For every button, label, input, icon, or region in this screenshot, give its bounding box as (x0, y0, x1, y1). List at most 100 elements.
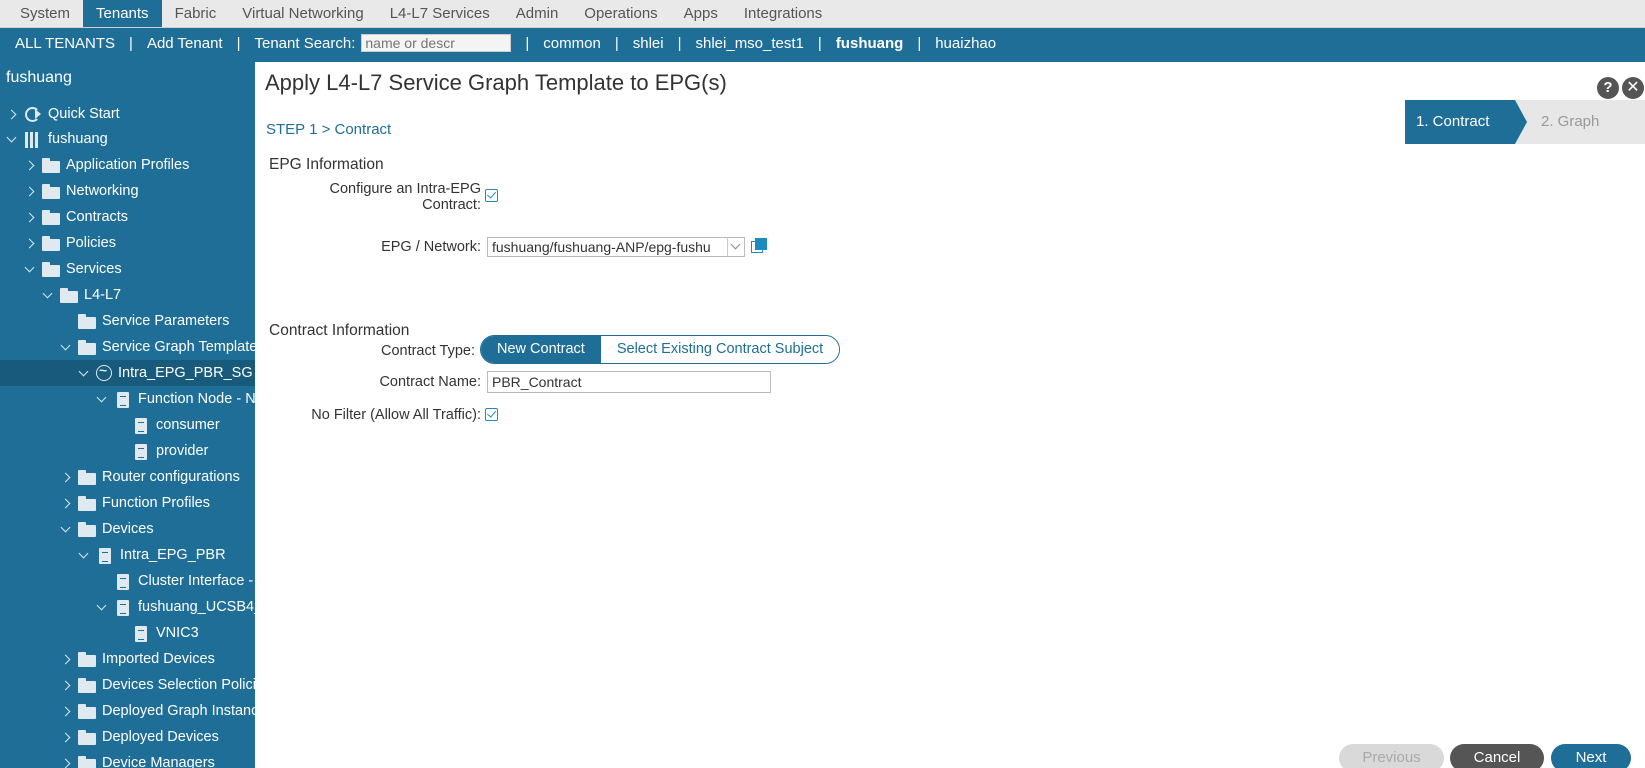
chevron-down-icon[interactable] (96, 393, 108, 405)
menu-l4-l7-services[interactable]: L4-L7 Services (377, 0, 503, 27)
chevron-right-icon[interactable] (60, 679, 72, 691)
menu-virtual-networking[interactable]: Virtual Networking (229, 0, 376, 27)
tree-item-services[interactable]: Services (0, 256, 255, 282)
close-icon[interactable]: ✕ (1622, 77, 1644, 99)
menu-operations[interactable]: Operations (571, 0, 670, 27)
folder-icon (78, 703, 96, 719)
tree-item-provider[interactable]: provider (0, 438, 255, 464)
epg-network-select[interactable]: fushuang/fushuang-ANP/epg-fushu (487, 237, 745, 257)
chevron-right-icon[interactable] (60, 471, 72, 483)
tree-item-cluster-interface[interactable]: Cluster Interface - (0, 568, 255, 594)
tenant-link-shlei[interactable]: shlei (633, 35, 664, 52)
chevron-down-icon[interactable] (42, 289, 54, 301)
chevron-right-icon[interactable] (60, 653, 72, 665)
menu-system[interactable]: System (7, 0, 83, 27)
tenant-link-shlei-mso-test1[interactable]: shlei_mso_test1 (696, 35, 804, 52)
chevron-down-icon[interactable] (96, 601, 108, 613)
add-tenant-link[interactable]: Add Tenant (147, 35, 223, 52)
chevron-down-icon[interactable] (24, 263, 36, 275)
tenant-link-huaizhao[interactable]: huaizhao (935, 35, 996, 52)
tree-item-fushuang-ucsb4[interactable]: fushuang_UCSB4_ (0, 594, 255, 620)
chevron-right-icon[interactable] (6, 108, 18, 120)
dialog-title: Apply L4-L7 Service Graph Template to EP… (265, 70, 727, 95)
chevron-right-icon[interactable] (60, 705, 72, 717)
select-existing-contract-option[interactable]: Select Existing Contract Subject (600, 336, 840, 363)
service-graph-icon (96, 362, 112, 381)
tree-item-label: Intra_EPG_PBR_SG (118, 365, 253, 381)
menu-admin[interactable]: Admin (503, 0, 572, 27)
no-filter-checkbox[interactable] (485, 408, 498, 421)
document-icon (99, 547, 111, 564)
tree-item-label: Quick Start (48, 106, 120, 122)
tree-item-l4-l7[interactable]: L4-L7 (0, 282, 255, 308)
tree-item-policies[interactable]: Policies (0, 230, 255, 256)
menu-apps[interactable]: Apps (671, 0, 731, 27)
chevron-right-icon[interactable] (24, 159, 36, 171)
cancel-button[interactable]: Cancel (1450, 744, 1544, 768)
tenant-link-common[interactable]: common (543, 35, 601, 52)
tenant-link-fushuang[interactable]: fushuang (836, 35, 904, 52)
chevron-right-icon[interactable] (60, 757, 72, 768)
tree-item-service-parameters[interactable]: Service Parameters (0, 308, 255, 334)
help-icon[interactable]: ? (1597, 77, 1619, 99)
chevron-right-icon[interactable] (24, 185, 36, 197)
tree-item-router-configurations[interactable]: Router configurations (0, 464, 255, 490)
tree-item-device-managers[interactable]: Device Managers (0, 750, 255, 768)
menu-integrations[interactable]: Integrations (731, 0, 835, 27)
tree-item-intra-epg-pbr-sg[interactable]: Intra_EPG_PBR_SG (0, 360, 255, 386)
tree-item-consumer[interactable]: consumer (0, 412, 255, 438)
folder-icon (42, 235, 60, 251)
tree-item-label: provider (156, 443, 209, 459)
separator: | (817, 34, 822, 52)
tenant-search-input[interactable] (361, 34, 512, 52)
folder-icon (78, 339, 96, 355)
intra-epg-contract-checkbox[interactable] (485, 189, 498, 202)
tree-item-function-profiles[interactable]: Function Profiles (0, 490, 255, 516)
tree-item-application-profiles[interactable]: Application Profiles (0, 152, 255, 178)
tree-item-label: consumer (156, 417, 220, 433)
menu-tenants[interactable]: Tenants (83, 0, 162, 27)
previous-button[interactable]: Previous (1339, 744, 1444, 768)
contract-name-input[interactable] (487, 371, 771, 393)
tree-item-devices[interactable]: Devices (0, 516, 255, 542)
chevron-down-icon[interactable] (78, 367, 90, 379)
tree-item-label: Contracts (66, 209, 129, 225)
open-external-icon[interactable] (751, 238, 767, 253)
chevron-down-icon[interactable] (60, 523, 72, 535)
separator: | (525, 34, 530, 52)
tree-item-networking[interactable]: Networking (0, 178, 255, 204)
next-button[interactable]: Next (1551, 744, 1631, 768)
tree-item-devices-selection-policies[interactable]: Devices Selection Policie (0, 672, 255, 698)
tree-item-service-graph-templates[interactable]: Service Graph Templates (0, 334, 255, 360)
tree-item-quick-start[interactable]: Quick Start (0, 101, 255, 127)
wizard-step-contract[interactable]: 1. Contract (1405, 100, 1527, 144)
tree-item-deployed-graph-instances[interactable]: Deployed Graph Instance (0, 698, 255, 724)
new-contract-option[interactable]: New Contract (481, 336, 601, 363)
contract-name-label: Contract Name: (379, 374, 481, 390)
tree-item-contracts[interactable]: Contracts (0, 204, 255, 230)
tree-item-label: Devices Selection Policie (102, 677, 255, 693)
tree-item-deployed-devices[interactable]: Deployed Devices (0, 724, 255, 750)
chevron-down-icon[interactable] (6, 133, 18, 145)
separator: | (917, 34, 922, 52)
chevron-right-icon[interactable] (24, 237, 36, 249)
tree-item-function-node[interactable]: Function Node - N (0, 386, 255, 412)
tree-item-vnic3[interactable]: VNIC3 (0, 620, 255, 646)
chevron-down-icon[interactable] (78, 549, 90, 561)
wizard-step-graph[interactable]: 2. Graph (1515, 100, 1645, 144)
folder-icon (78, 521, 96, 537)
chevron-down-icon[interactable] (60, 341, 72, 353)
chevron-down-icon[interactable] (727, 238, 744, 256)
tree-item-imported-devices[interactable]: Imported Devices (0, 646, 255, 672)
chevron-right-icon[interactable] (24, 211, 36, 223)
tree-item-intra-epg-pbr[interactable]: Intra_EPG_PBR (0, 542, 255, 568)
chevron-right-icon[interactable] (60, 731, 72, 743)
sidebar-title: fushuang (6, 69, 72, 86)
chevron-right-icon[interactable] (60, 497, 72, 509)
menu-fabric[interactable]: Fabric (162, 0, 230, 27)
intra-epg-contract-label-line2: Contract: (422, 197, 481, 213)
tree-item-label: Cluster Interface - (138, 573, 254, 589)
tree-item-tenant-fushuang[interactable]: fushuang (0, 126, 255, 152)
all-tenants-link[interactable]: ALL TENANTS (15, 35, 115, 52)
tree-item-label: fushuang_UCSB4_ (138, 599, 255, 615)
